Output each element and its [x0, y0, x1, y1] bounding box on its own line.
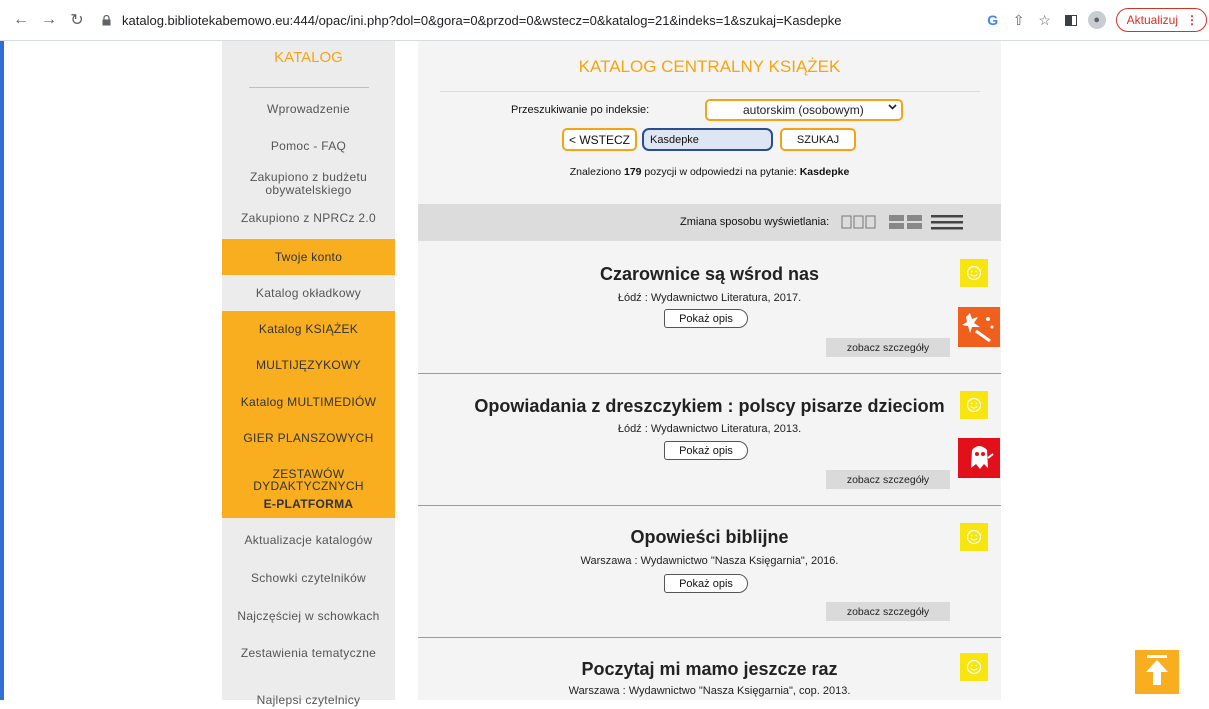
sidebar-item-schowki[interactable]: Schowki czytelników — [222, 559, 395, 597]
sidebar-item-nprcz[interactable]: Zakupiono z NPRCz 2.0 — [222, 204, 395, 232]
sidebar-item-pomoc[interactable]: Pomoc - FAQ — [222, 127, 395, 164]
bookmark-star-icon[interactable]: ☆ — [1032, 8, 1058, 32]
sidebar-item-ksiazek[interactable]: Katalog KSIĄŻEK — [222, 311, 395, 346]
sidebar-item-zestawienia[interactable]: Zestawienia tematyczne — [222, 635, 395, 671]
search-input[interactable]: Kasdepke — [642, 128, 773, 151]
result-title[interactable]: Opowiadania z dreszczykiem : polscy pisa… — [418, 396, 1001, 417]
profile-avatar-icon[interactable]: ● — [1084, 8, 1110, 32]
ghost-badge-icon — [958, 438, 1000, 478]
window-edge — [0, 41, 4, 700]
result-title[interactable]: Czarownice są wśrod nas — [418, 264, 1001, 285]
arrow-up-icon — [1144, 654, 1170, 691]
smiley-icon — [960, 523, 988, 551]
sidebar-item-najczesciej[interactable]: Najczęściej w schowkach — [222, 597, 395, 635]
forward-arrow-icon[interactable]: → — [38, 9, 60, 31]
sidebar-item-zestawow[interactable]: ZESTAWÓW DYDAKTYCZNYCH — [222, 457, 395, 494]
sidebar-item-eplatforma[interactable]: E-PLATFORMA — [222, 494, 395, 518]
result-publisher: Łódź : Wydawnictwo Literatura, 2013. — [617, 423, 802, 435]
smiley-icon — [960, 653, 988, 681]
show-description-button[interactable]: Pokaż opis — [664, 441, 748, 460]
sidebar-item-najlepsi[interactable]: Najlepsi czytelnicy — [222, 671, 395, 709]
result-divider — [418, 505, 1001, 506]
search-button[interactable]: SZUKAJ — [780, 128, 856, 151]
index-select-value: autorskim (osobowym) — [743, 103, 864, 117]
chevron-down-icon — [888, 102, 897, 114]
title-divider — [439, 91, 980, 92]
grid-view-icon[interactable] — [841, 214, 877, 235]
show-description-button[interactable]: Pokaż opis — [664, 574, 748, 593]
scroll-to-top-button[interactable] — [1135, 650, 1179, 694]
smiley-icon — [960, 259, 988, 287]
list-view-icon[interactable] — [930, 214, 964, 235]
menu-dots-icon[interactable]: ⋮ — [1186, 13, 1198, 27]
details-button[interactable]: zobacz szczegóły — [826, 338, 950, 357]
result-publisher: Łódź : Wydawnictwo Literatura, 2017. — [617, 292, 802, 304]
results-summary: Znaleziono 179 pozycji w odpowiedzi na p… — [418, 166, 1001, 178]
sidebar-item-multijezykowy[interactable]: MULTIJĘZYKOWY — [222, 346, 395, 384]
update-label: Aktualizuj — [1126, 13, 1178, 27]
result-divider — [418, 637, 1001, 638]
result-publisher: Warszawa : Wydawnictwo "Nasza Księgarnia… — [568, 685, 851, 697]
sidebar-item-aktualizacje[interactable]: Aktualizacje katalogów — [222, 521, 395, 559]
result-divider — [418, 373, 1001, 374]
sidebar-item-konto[interactable]: Twoje konto — [222, 239, 395, 275]
main-content: KATALOG CENTRALNY KSIĄŻEK Przeszukiwanie… — [418, 41, 1001, 700]
found-prefix: Znaleziono — [569, 166, 624, 178]
details-button[interactable]: zobacz szczegóły — [826, 470, 950, 489]
sidebar-item-gier[interactable]: GIER PLANSZOWYCH — [222, 419, 395, 457]
lock-icon — [102, 13, 114, 27]
found-query: Kasdepke — [799, 166, 850, 178]
found-mid: pozycji w odpowiedzi na pytanie: — [641, 166, 800, 178]
show-description-button[interactable]: Pokaż opis — [664, 309, 748, 328]
reload-icon[interactable]: ↻ — [66, 9, 88, 31]
page-title: KATALOG CENTRALNY KSIĄŻEK — [578, 57, 841, 76]
sidebar-title: KATALOG — [274, 49, 343, 66]
sidebar-item-okladkowy[interactable]: Katalog okładkowy — [222, 275, 395, 311]
tiles-view-icon[interactable] — [888, 214, 924, 235]
view-mode-bar: Zmiana sposobu wyświetlania: — [418, 204, 1001, 241]
share-icon[interactable]: ⇧ — [1006, 8, 1032, 32]
sidebar: KATALOG Wprowadzenie Pomoc - FAQ Zakupio… — [222, 41, 395, 707]
back-button[interactable]: < WSTECZ — [562, 128, 637, 151]
smiley-icon — [960, 391, 988, 419]
sidepanel-icon[interactable] — [1058, 8, 1084, 32]
back-arrow-icon[interactable]: ← — [10, 9, 32, 31]
found-count: 179 — [623, 166, 642, 178]
sidebar-divider — [248, 87, 369, 88]
magic-badge-icon — [958, 307, 1000, 347]
sidebar-item-multimediow[interactable]: Katalog MULTIMEDIÓW — [222, 384, 395, 419]
view-mode-label: Zmiana sposobu wyświetlania: — [680, 216, 830, 228]
index-label: Przeszukiwanie po indeksie: — [511, 104, 650, 116]
sidebar-item-wprowadzenie[interactable]: Wprowadzenie — [222, 90, 395, 127]
result-publisher: Warszawa : Wydawnictwo "Nasza Księgarnia… — [580, 555, 839, 567]
browser-toolbar: ← → ↻ katalog.bibliotekabemowo.eu:444/op… — [0, 0, 1209, 41]
details-button[interactable]: zobacz szczegóły — [826, 602, 950, 621]
index-select[interactable]: autorskim (osobowym) — [705, 99, 903, 121]
sidebar-item-budzet[interactable]: Zakupiono z budżetu obywatelskiego — [222, 164, 395, 204]
result-title[interactable]: Poczytaj mi mamo jeszcze raz — [418, 659, 1001, 680]
update-button[interactable]: Aktualizuj ⋮ — [1115, 8, 1207, 32]
result-title[interactable]: Opowieści biblijne — [418, 527, 1001, 548]
google-icon[interactable]: G — [980, 8, 1006, 32]
url-text: katalog.bibliotekabemowo.eu:444/opac/ini… — [122, 12, 842, 28]
